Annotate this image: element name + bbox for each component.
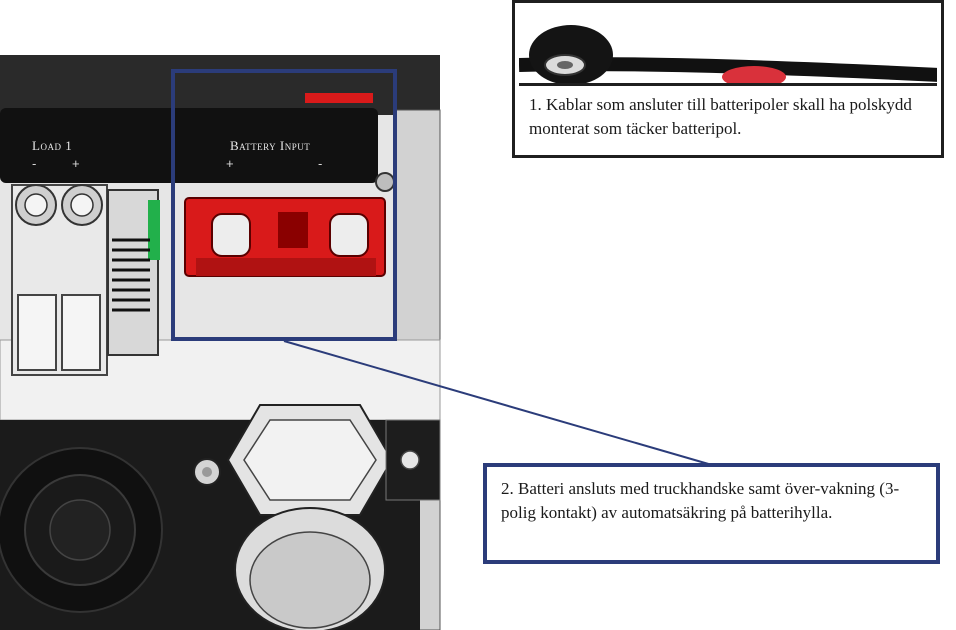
callout-2-text: 2. Batteri ansluts med truckhandske samt… bbox=[501, 479, 900, 522]
cable-pole-cover-image bbox=[519, 25, 937, 83]
round-grommet bbox=[0, 447, 163, 613]
load-minus-label: - bbox=[32, 156, 36, 171]
load-terminal-block bbox=[11, 184, 108, 376]
load-label: Load 1 bbox=[32, 138, 72, 153]
load-plus-label: + bbox=[72, 156, 80, 171]
callout-2: 2. Batteri ansluts med truckhandske samt… bbox=[483, 463, 940, 564]
callout-1-text: 1. Kablar som ansluter till batteripoler… bbox=[529, 95, 912, 138]
pole-cover-photo bbox=[519, 3, 937, 86]
callout-1: 1. Kablar som ansluter till batteripoler… bbox=[512, 0, 944, 158]
ribbed-connector bbox=[107, 189, 160, 356]
battery-input-highlight bbox=[171, 69, 397, 341]
housing-screw-center bbox=[202, 467, 212, 477]
mounting-bracket bbox=[385, 419, 441, 501]
